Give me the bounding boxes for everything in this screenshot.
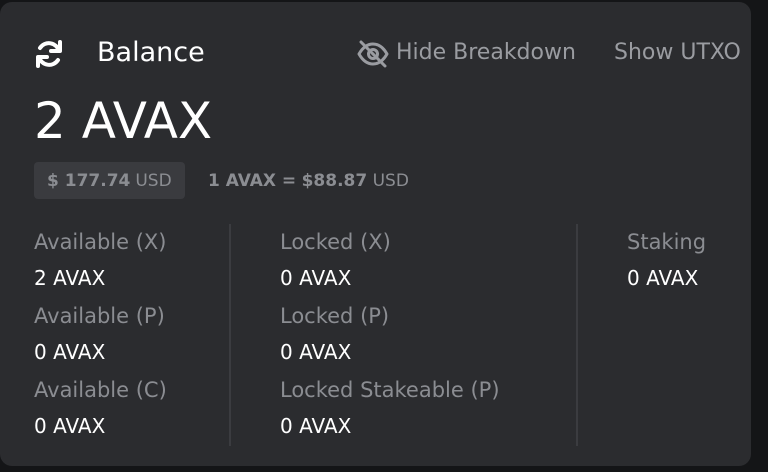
available-c-label: Available (C) [34,378,167,402]
available-x-value: 2 AVAX [34,266,106,290]
locked-x-label: Locked (X) [280,230,391,254]
balance-card: Balance Hide Breakdown Show UTXO 2 AVAX … [0,2,751,466]
locked-p-label: Locked (P) [280,304,390,328]
exchange-rate: 1 AVAX = $88.87 USD [208,169,409,193]
usd-value-badge: $ 177.74 USD [34,162,185,199]
column-divider [229,224,231,446]
available-p-label: Available (P) [34,304,165,328]
rate-value: $88.87 [301,171,368,191]
locked-x-value: 0 AVAX [280,266,352,290]
usd-amount: $ 177.74 [47,170,131,191]
hide-breakdown-link[interactable]: Hide Breakdown [396,38,576,68]
eye-off-icon[interactable] [357,40,389,68]
locked-stakeable-p-value: 0 AVAX [280,414,352,438]
refresh-icon[interactable] [33,38,65,70]
column-divider [576,224,578,446]
rate-prefix: 1 AVAX = [208,171,297,191]
usd-currency: USD [135,170,172,191]
available-c-value: 0 AVAX [34,414,106,438]
balance-title: Balance [97,37,205,68]
available-x-label: Available (X) [34,230,167,254]
locked-stakeable-p-label: Locked Stakeable (P) [280,378,500,402]
staking-value: 0 AVAX [627,266,699,290]
staking-label: Staking [627,230,707,254]
locked-p-value: 0 AVAX [280,340,352,364]
show-utxo-link[interactable]: Show UTXO [614,38,741,68]
total-balance: 2 AVAX [34,92,213,150]
rate-currency: USD [372,171,409,191]
available-p-value: 0 AVAX [34,340,106,364]
